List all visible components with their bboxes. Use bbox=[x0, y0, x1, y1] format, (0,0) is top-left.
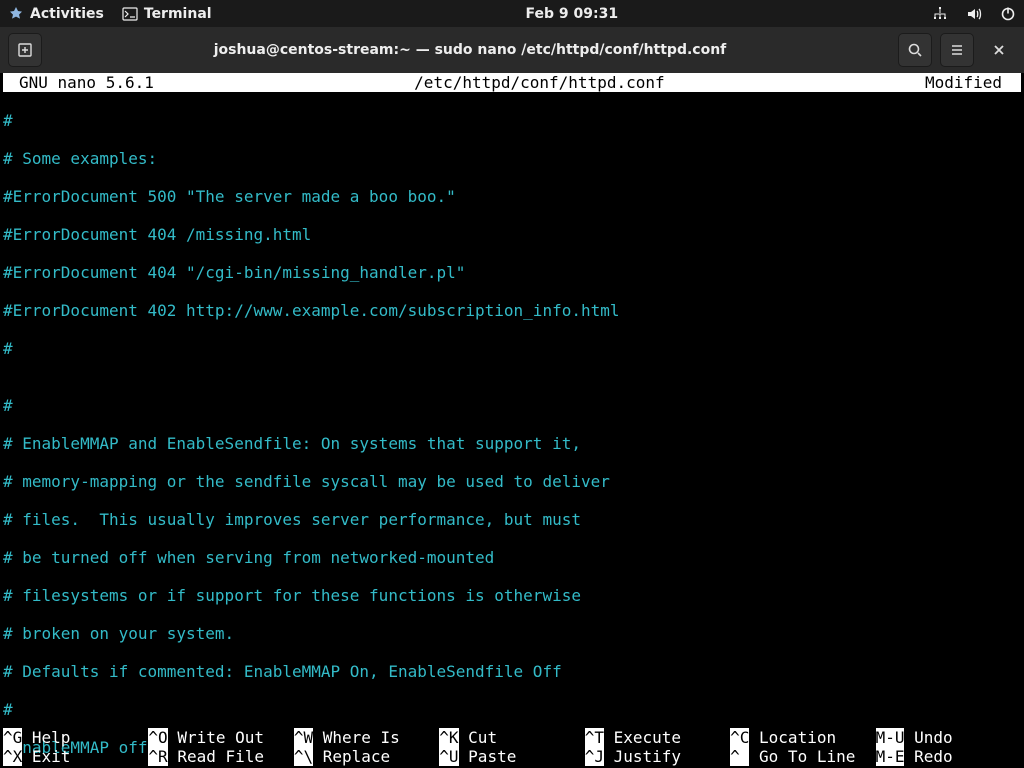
editor-line: # Defaults if commented: EnableMMAP On, … bbox=[3, 662, 1021, 681]
editor-line: #ErrorDocument 404 /missing.html bbox=[3, 225, 1021, 244]
new-tab-icon bbox=[17, 42, 33, 58]
help-goto-line[interactable]: ^ Go To Line bbox=[730, 747, 875, 766]
network-icon[interactable] bbox=[932, 6, 948, 22]
nano-app-name: GNU nano 5.6.1 bbox=[3, 73, 154, 92]
menu-button[interactable] bbox=[940, 33, 974, 67]
activities-button[interactable]: Activities bbox=[8, 6, 104, 22]
editor-line: # files. This usually improves server pe… bbox=[3, 510, 1021, 529]
nano-file-name: /etc/httpd/conf/httpd.conf bbox=[154, 73, 925, 92]
help-exit[interactable]: ^XExit bbox=[3, 747, 148, 766]
editor-line: # bbox=[3, 396, 1021, 415]
window-title-bar: joshua@centos-stream:~ — sudo nano /etc/… bbox=[0, 27, 1024, 73]
volume-icon[interactable] bbox=[966, 6, 982, 22]
gnome-top-bar: Activities Terminal Feb 9 09:31 bbox=[0, 0, 1024, 27]
help-justify[interactable]: ^JJustify bbox=[585, 747, 730, 766]
help-read-file[interactable]: ^RRead File bbox=[148, 747, 293, 766]
help-location[interactable]: ^CLocation bbox=[730, 728, 875, 747]
help-write-out[interactable]: ^OWrite Out bbox=[148, 728, 293, 747]
editor-line: #ErrorDocument 402 http://www.example.co… bbox=[3, 301, 1021, 320]
nano-help-bar: ^GHelp ^OWrite Out ^WWhere Is ^KCut ^TEx… bbox=[0, 728, 1024, 768]
nano-title-bar: GNU nano 5.6.1 /etc/httpd/conf/httpd.con… bbox=[3, 73, 1021, 92]
editor-line: # filesystems or if support for these fu… bbox=[3, 586, 1021, 605]
clock[interactable]: Feb 9 09:31 bbox=[526, 6, 619, 22]
editor-line: # Some examples: bbox=[3, 149, 1021, 168]
help-get-help[interactable]: ^GHelp bbox=[3, 728, 148, 747]
hamburger-icon bbox=[949, 42, 965, 58]
editor-line: #ErrorDocument 500 "The server made a bo… bbox=[3, 187, 1021, 206]
editor-line: # broken on your system. bbox=[3, 624, 1021, 643]
new-tab-button[interactable] bbox=[8, 33, 42, 67]
editor-content[interactable]: # # Some examples: #ErrorDocument 500 "T… bbox=[3, 92, 1021, 768]
editor-line: # EnableMMAP and EnableSendfile: On syst… bbox=[3, 434, 1021, 453]
help-cut[interactable]: ^KCut bbox=[439, 728, 584, 747]
editor-line: # bbox=[3, 700, 1021, 719]
help-execute[interactable]: ^TExecute bbox=[585, 728, 730, 747]
terminal-app-button[interactable]: Terminal bbox=[122, 6, 212, 22]
editor-line: # be turned off when serving from networ… bbox=[3, 548, 1021, 567]
activities-label: Activities bbox=[30, 6, 104, 22]
editor-line: # memory-mapping or the sendfile syscall… bbox=[3, 472, 1021, 491]
editor-line: #ErrorDocument 404 "/cgi-bin/missing_han… bbox=[3, 263, 1021, 282]
terminal-viewport[interactable]: GNU nano 5.6.1 /etc/httpd/conf/httpd.con… bbox=[0, 73, 1024, 768]
clock-label: Feb 9 09:31 bbox=[526, 6, 619, 22]
search-button[interactable] bbox=[898, 33, 932, 67]
terminal-app-label: Terminal bbox=[144, 6, 212, 22]
close-icon bbox=[992, 43, 1006, 57]
nano-modified: Modified bbox=[925, 73, 1021, 92]
help-paste[interactable]: ^UPaste bbox=[439, 747, 584, 766]
editor-line: # bbox=[3, 111, 1021, 130]
help-where-is[interactable]: ^WWhere Is bbox=[294, 728, 439, 747]
help-replace[interactable]: ^\Replace bbox=[294, 747, 439, 766]
close-button[interactable] bbox=[982, 33, 1016, 67]
activities-icon bbox=[8, 6, 24, 22]
terminal-icon bbox=[122, 6, 138, 22]
editor-line: # bbox=[3, 339, 1021, 358]
help-undo[interactable]: M-UUndo bbox=[876, 728, 1021, 747]
help-redo[interactable]: M-ERedo bbox=[876, 747, 1021, 766]
window-title: joshua@centos-stream:~ — sudo nano /etc/… bbox=[50, 42, 890, 58]
search-icon bbox=[907, 42, 923, 58]
power-icon[interactable] bbox=[1000, 6, 1016, 22]
